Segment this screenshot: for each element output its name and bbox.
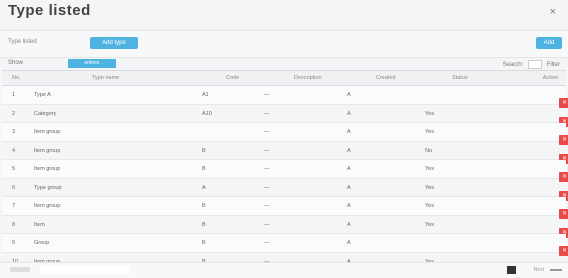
page-current[interactable] — [507, 266, 516, 274]
cell-created: A — [347, 92, 351, 98]
cell-code: B — [202, 203, 206, 209]
cell-description: — — [264, 147, 270, 154]
cell-status: No — [425, 147, 433, 154]
table-row: 7Item groupB—AYes✎✕ — [2, 197, 568, 219]
table-row: 9GroupB—A✎✕ — [2, 234, 568, 256]
pagination-info — [10, 267, 30, 272]
close-icon[interactable]: × — [550, 6, 556, 18]
filter-label: Filter — [546, 62, 560, 69]
cell-no: 9 — [12, 240, 16, 246]
cell-created: A — [347, 166, 351, 172]
add-button[interactable]: Add — [536, 37, 562, 49]
cell-code: A1 — [202, 92, 209, 98]
cell-status: Yes — [425, 221, 434, 228]
cell-created: A — [347, 110, 351, 117]
col-no[interactable]: No. — [12, 75, 21, 81]
cell-no: 8 — [12, 221, 16, 228]
cell-code: B — [202, 240, 206, 246]
cell-no: 2 — [12, 110, 16, 117]
cell-type-name: Type A — [34, 92, 51, 98]
table-row: 8ItemB—AYes✎✕ — [2, 216, 568, 238]
cell-type-name: Item group — [34, 203, 61, 209]
cell-type-name: Item group — [34, 129, 61, 135]
cell-status: Yes — [425, 110, 434, 117]
table-body: 1Type AA1—A✎✕2CategoryA10—AYes✎✕3Item gr… — [2, 86, 568, 275]
toolbar: Type listed Add type Add — [0, 30, 568, 58]
cell-description: — — [264, 92, 270, 98]
table-row: 3Item group—AYes✎✕ — [2, 123, 568, 145]
cell-type-name: Category — [34, 110, 57, 117]
app-window: Type listed × Type listed Add type Add S… — [0, 0, 568, 278]
cell-no: 4 — [12, 147, 16, 154]
footer: Next — [0, 262, 568, 278]
search-input[interactable] — [527, 60, 542, 69]
cell-type-name: Type group — [34, 184, 62, 191]
footer-field — [40, 266, 130, 274]
cell-type-name: Item group — [34, 166, 61, 172]
data-table: No. Type name Code Description Created S… — [2, 70, 568, 275]
cell-description: — — [264, 203, 270, 209]
cell-type-name: Group — [34, 240, 50, 246]
table-row: 1Type AA1—A✎✕ — [2, 86, 568, 108]
cell-code: A10 — [202, 110, 212, 117]
filter-bar: Show entries Search: Filter — [0, 58, 568, 70]
cell-created: A — [347, 129, 351, 135]
page-title: Type listed — [8, 2, 91, 19]
cell-code: B — [202, 221, 206, 228]
cell-no: 5 — [12, 166, 16, 172]
cell-description: — — [264, 129, 270, 135]
add-type-button[interactable]: Add type — [90, 37, 138, 49]
table-header: No. Type name Code Description Created S… — [2, 70, 566, 86]
col-action: Action — [542, 75, 558, 81]
col-type-name[interactable]: Type name — [92, 75, 119, 81]
cell-created: A — [347, 240, 351, 246]
col-status[interactable]: Status — [452, 75, 468, 81]
col-created[interactable]: Created — [376, 75, 396, 81]
menu-icon[interactable] — [550, 269, 562, 271]
cell-type-name: Item — [34, 221, 45, 228]
cell-no: 1 — [12, 92, 16, 98]
cell-description: — — [264, 110, 270, 117]
cell-no: 6 — [12, 184, 16, 191]
cell-status: Yes — [425, 166, 434, 172]
col-description[interactable]: Description — [294, 75, 322, 81]
toolbar-label: Type listed — [8, 39, 37, 45]
cell-description: — — [264, 166, 270, 172]
table-row: 2CategoryA10—AYes✎✕ — [2, 105, 568, 127]
cell-description: — — [264, 221, 270, 228]
cell-created: A — [347, 203, 351, 209]
cell-status: Yes — [425, 184, 434, 191]
cell-no: 7 — [12, 203, 16, 209]
table-row: 5Item groupB—AYes✎✕ — [2, 160, 568, 182]
cell-code: A — [202, 184, 206, 191]
entries-select[interactable]: entries — [68, 59, 116, 68]
search-area: Search: Filter — [503, 60, 560, 69]
cell-no: 3 — [12, 129, 16, 135]
cell-status: Yes — [425, 129, 434, 135]
cell-description: — — [264, 240, 270, 246]
table-row: 4Item groupB—ANo✎✕ — [2, 142, 568, 164]
search-label: Search: — [502, 62, 524, 69]
show-entries-label: Show — [8, 60, 24, 66]
cell-status: Yes — [425, 203, 434, 209]
cell-created: A — [347, 184, 351, 191]
col-code[interactable]: Code — [226, 75, 239, 81]
cell-description: — — [264, 184, 270, 191]
cell-code: B — [202, 147, 206, 154]
next-link[interactable]: Next — [534, 267, 544, 273]
cell-type-name: Item group — [34, 147, 61, 154]
cell-created: A — [347, 221, 351, 228]
cell-created: A — [347, 147, 351, 154]
cell-code: B — [202, 166, 206, 172]
table-row: 6Type groupA—AYes✎✕ — [2, 179, 568, 201]
